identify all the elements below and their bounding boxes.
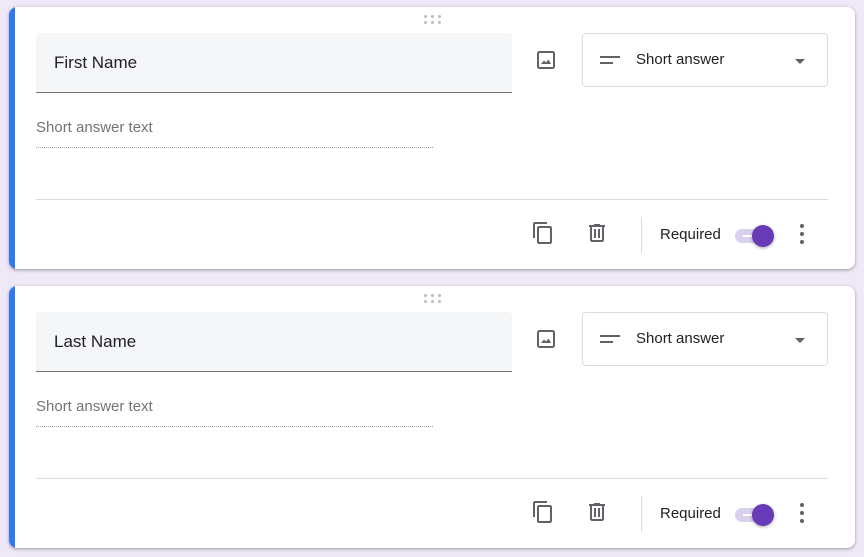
answer-placeholder-text: Short answer text: [36, 398, 153, 415]
footer-divider: [36, 478, 828, 479]
question-type-label: Short answer: [636, 330, 725, 347]
required-toggle[interactable]: [735, 225, 777, 247]
footer-separator: [641, 217, 642, 253]
image-icon[interactable]: [536, 329, 556, 349]
toggle-thumb: [752, 225, 774, 247]
footer-divider: [36, 199, 828, 200]
answer-placeholder-field: Short answer text: [36, 119, 433, 148]
question-title-input[interactable]: First Name: [36, 33, 512, 93]
active-card-indicator: [9, 286, 15, 548]
more-vert-icon[interactable]: [796, 223, 808, 245]
toggle-thumb: [752, 504, 774, 526]
required-label: Required: [660, 226, 721, 243]
question-type-label: Short answer: [636, 51, 725, 68]
trash-icon[interactable]: [585, 500, 609, 524]
dropdown-caret-icon: [795, 59, 805, 64]
question-type-select[interactable]: Short answer: [582, 33, 828, 87]
trash-icon[interactable]: [585, 221, 609, 245]
question-title-text: First Name: [54, 53, 138, 72]
question-card[interactable]: Last Name Short answer Short answer text…: [9, 286, 855, 548]
footer-separator: [641, 496, 642, 532]
more-vert-icon[interactable]: [796, 502, 808, 524]
question-title-text: Last Name: [54, 332, 137, 351]
active-card-indicator: [9, 7, 15, 269]
question-title-input[interactable]: Last Name: [36, 312, 512, 372]
question-card[interactable]: First Name Short answer Short answer tex…: [9, 7, 855, 269]
short-text-icon: [600, 335, 620, 343]
short-text-icon: [600, 56, 620, 64]
image-icon[interactable]: [536, 50, 556, 70]
copy-icon[interactable]: [531, 221, 555, 245]
drag-handle-icon[interactable]: [424, 15, 442, 27]
question-type-select[interactable]: Short answer: [582, 312, 828, 366]
answer-placeholder-text: Short answer text: [36, 119, 153, 136]
answer-placeholder-field: Short answer text: [36, 398, 433, 427]
copy-icon[interactable]: [531, 500, 555, 524]
required-toggle[interactable]: [735, 504, 777, 526]
dropdown-caret-icon: [795, 338, 805, 343]
required-label: Required: [660, 505, 721, 522]
drag-handle-icon[interactable]: [424, 294, 442, 306]
